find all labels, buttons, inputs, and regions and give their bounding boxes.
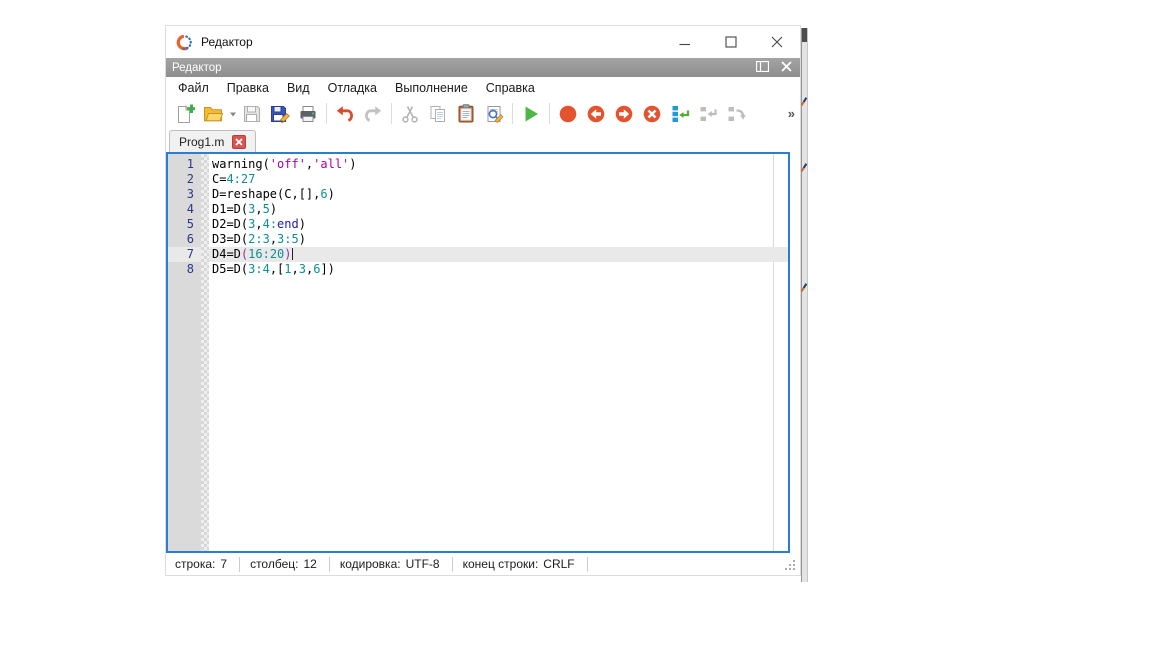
print-icon[interactable]: [294, 101, 322, 127]
editor-window: Редактор Редактор ФайлПравкаВидОтладкаВы…: [165, 25, 801, 576]
edge-mark-icon: [801, 163, 807, 172]
panel-title: Редактор: [172, 62, 222, 74]
line-number: 8: [168, 262, 201, 277]
status-separator: [587, 557, 588, 572]
save-icon: [238, 101, 266, 127]
prev-breakpoint-icon[interactable]: [582, 101, 610, 127]
remove-breakpoints-icon[interactable]: [638, 101, 666, 127]
code-line: D=reshape(C,[],6): [209, 187, 788, 202]
line-number: 6: [168, 232, 201, 247]
step-out-icon: [722, 101, 750, 127]
menu-item-3[interactable]: Отладка: [319, 79, 386, 97]
edge-strip-cap: [802, 28, 807, 42]
code-line: D3=D(2:3,3:5): [209, 232, 788, 247]
edge-mark-icon: [801, 97, 807, 106]
fold-margin: [201, 154, 209, 551]
toolbar-separator: [326, 103, 327, 124]
status-field-1: столбец:12: [250, 557, 317, 571]
tab-bar: Prog1.m: [166, 129, 800, 152]
menu-item-2[interactable]: Вид: [278, 79, 319, 97]
toggle-breakpoint-icon[interactable]: [554, 101, 582, 127]
open-file-icon[interactable]: [199, 101, 227, 127]
window-edge-strip: [801, 28, 808, 582]
new-script-icon[interactable]: [171, 101, 199, 127]
line-number: 2: [168, 172, 201, 187]
line-number: 1: [168, 157, 201, 172]
menu-item-1[interactable]: Правка: [218, 79, 278, 97]
toolbar: »: [166, 98, 800, 129]
cut-icon: [396, 101, 424, 127]
menu-item-5[interactable]: Справка: [477, 79, 544, 97]
panel-titlebar[interactable]: Редактор: [166, 58, 800, 77]
toolbar-overflow-chevron[interactable]: »: [788, 106, 795, 121]
menu-item-4[interactable]: Выполнение: [386, 79, 477, 97]
undo-icon[interactable]: [331, 101, 359, 127]
status-field-3: конец строки:CRLF: [463, 557, 575, 571]
line-number: 4: [168, 202, 201, 217]
resize-grip[interactable]: [784, 559, 796, 571]
line-number-gutter[interactable]: 12345678: [168, 154, 201, 551]
open-dropdown-caret-icon[interactable]: [227, 101, 238, 127]
text-caret: [292, 248, 293, 260]
find-replace-icon[interactable]: [480, 101, 508, 127]
panel-close-icon[interactable]: [781, 59, 792, 77]
step-icon[interactable]: [666, 101, 694, 127]
code-line-current: D4=D(16:20): [209, 247, 788, 262]
minimize-icon[interactable]: [662, 26, 708, 58]
menu-bar: ФайлПравкаВидОтладкаВыполнениеСправка: [166, 77, 800, 98]
code-line: C=4:27: [209, 172, 788, 187]
status-separator: [239, 557, 240, 572]
toolbar-separator: [549, 103, 550, 124]
window-titlebar[interactable]: Редактор: [166, 26, 800, 58]
redo-icon: [359, 101, 387, 127]
octave-logo-icon: [176, 34, 193, 51]
close-icon[interactable]: [754, 26, 800, 58]
edge-mark-icon: [801, 283, 807, 292]
paste-icon[interactable]: [452, 101, 480, 127]
dock-layout-icon[interactable]: [756, 59, 769, 77]
step-in-icon: [694, 101, 722, 127]
copy-icon: [424, 101, 452, 127]
status-bar: строка:7 столбец:12 кодировка:UTF-8 конец с…: [166, 553, 800, 575]
run-icon[interactable]: [517, 101, 545, 127]
code-editor[interactable]: 12345678 warning('off','all')C=4:27D=res…: [166, 152, 790, 553]
line-number: 7: [168, 247, 201, 262]
window-controls: [662, 26, 800, 58]
tab-label: Prog1.m: [179, 135, 224, 149]
toolbar-separator: [512, 103, 513, 124]
toolbar-separator: [391, 103, 392, 124]
save-as-icon[interactable]: [266, 101, 294, 127]
line-number: 5: [168, 217, 201, 232]
next-breakpoint-icon[interactable]: [610, 101, 638, 127]
code-line: D2=D(3,4:end): [209, 217, 788, 232]
maximize-icon[interactable]: [708, 26, 754, 58]
code-text-area[interactable]: warning('off','all')C=4:27D=reshape(C,[]…: [209, 154, 788, 551]
code-line: D1=D(3,5): [209, 202, 788, 217]
status-separator: [452, 557, 453, 572]
code-line: warning('off','all'): [209, 157, 788, 172]
status-field-0: строка:7: [175, 557, 227, 571]
tab-prog1[interactable]: Prog1.m: [169, 130, 256, 152]
status-field-2: кодировка:UTF-8: [340, 557, 440, 571]
line-number: 3: [168, 187, 201, 202]
code-line: D5=D(3:4,[1,3,6]): [209, 262, 788, 277]
window-title: Редактор: [201, 35, 253, 49]
menu-item-0[interactable]: Файл: [169, 79, 218, 97]
tab-close-icon[interactable]: [232, 135, 246, 149]
status-separator: [329, 557, 330, 572]
